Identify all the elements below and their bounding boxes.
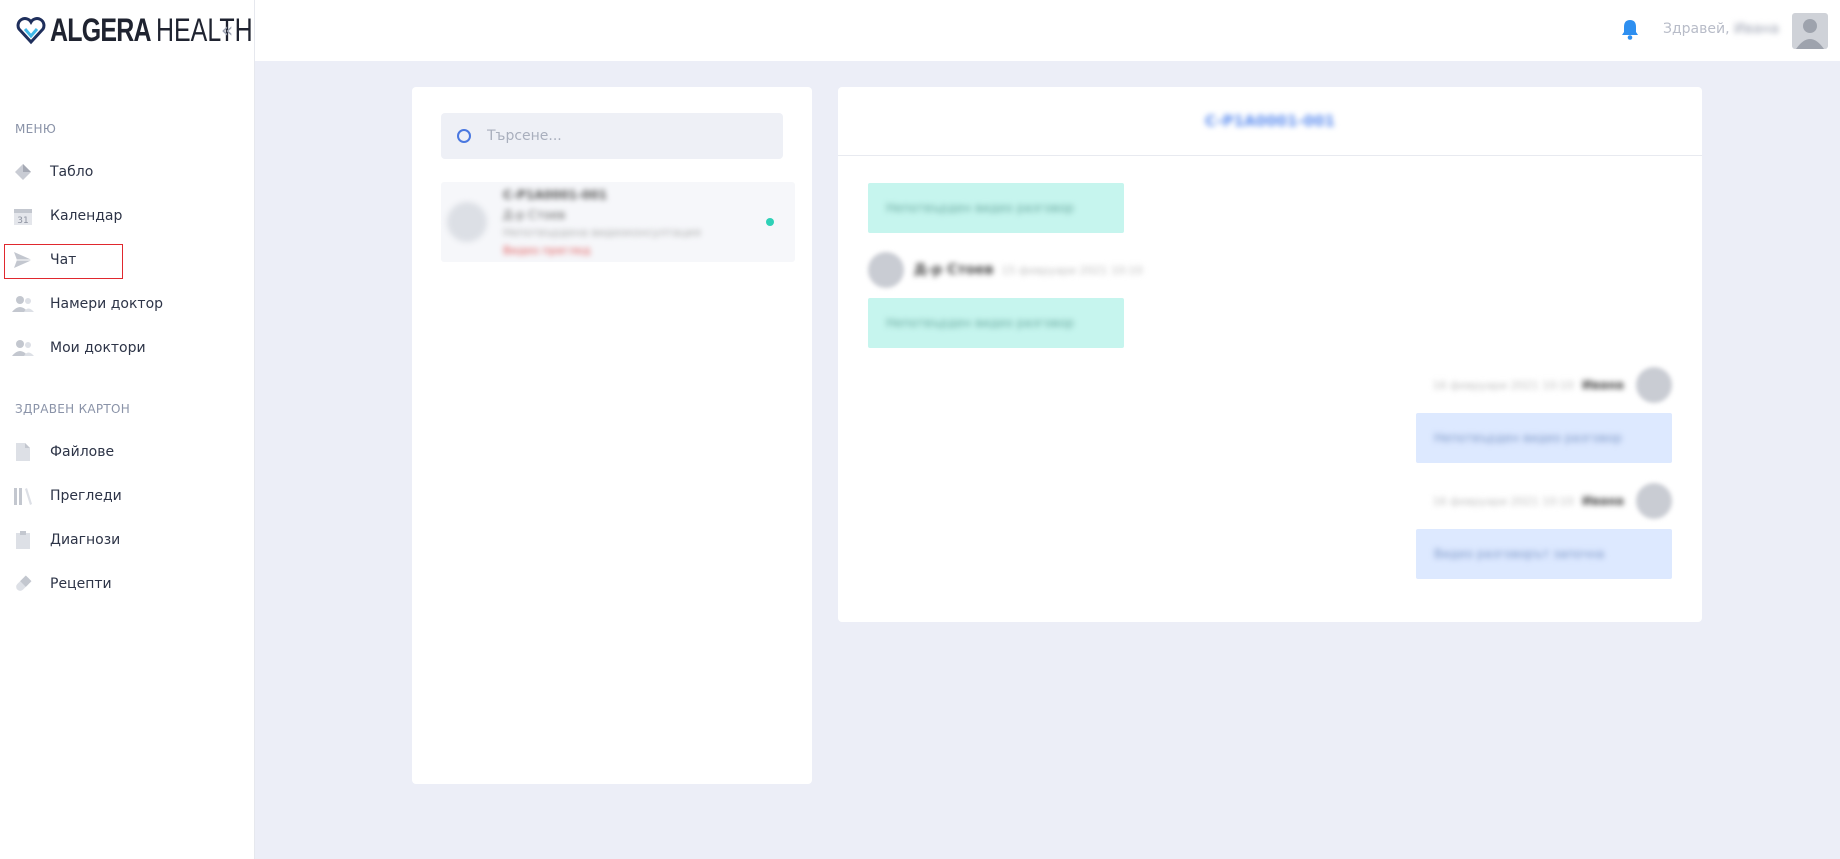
sidebar-item-label: Табло [50, 164, 94, 180]
search-input[interactable] [487, 128, 767, 144]
sidebar-item-label: Рецепти [50, 576, 112, 592]
sidebar-item-calendar[interactable]: 31 Календар [12, 199, 242, 233]
user-greeting: Здравей, Ивана [1663, 21, 1779, 37]
top-bar [255, 0, 1840, 61]
conversation-item[interactable]: C-P1A0001-001 Д-р Стоев Непотвърдена вид… [441, 182, 795, 262]
message-outgoing: Непотвърден видео разговор [1416, 413, 1672, 463]
sidebar-item-label: Намери доктор [50, 296, 164, 312]
collapse-sidebar-icon[interactable]: « [221, 18, 233, 42]
doctor-avatar [868, 252, 904, 288]
books-icon [12, 485, 34, 507]
sidebar-item-label: Файлове [50, 444, 115, 460]
message-text: Непотвърден видео разговор [1434, 431, 1622, 445]
sidebar-item-label: Мои доктори [50, 340, 146, 356]
logo[interactable]: ALGERA HEALTH [16, 11, 253, 48]
users-icon [12, 293, 34, 315]
file-icon [12, 441, 34, 463]
message-incoming: Непотвърден видео разговор [868, 183, 1124, 233]
online-indicator [766, 218, 774, 226]
message-incoming: Непотвърден видео разговор [868, 298, 1124, 348]
users-icon [12, 337, 34, 359]
sidebar-item-my-doctors[interactable]: Мои доктори [12, 331, 242, 365]
logo-text-secondary: HEALTH [156, 11, 253, 48]
logo-text-primary: ALGERA [50, 11, 151, 48]
user-avatar [1636, 483, 1672, 519]
chat-panel: C-P1A0001-001 Непотвърден видео разговор… [838, 87, 1702, 622]
user-avatar [1636, 367, 1672, 403]
message-time: 16 февруари 2021 10:10 [1432, 494, 1574, 508]
message-meta: Д-р Стоев 15 февруари 2021 10:10 [868, 252, 1143, 288]
conversation-avatar [447, 202, 487, 242]
greeting-text: Здравей, [1663, 21, 1730, 37]
message-meta: 16 февруари 2021 10:10 Ивана [1433, 483, 1672, 519]
sidebar-item-dashboard[interactable]: Табло [12, 155, 242, 189]
health-record-section-title: ЗДРАВЕН КАРТОН [15, 402, 131, 416]
message-text: Видео разговорът започна [1434, 547, 1605, 561]
avatar[interactable] [1792, 13, 1828, 49]
sidebar-item-label: Диагнози [50, 532, 121, 548]
diamond-icon [12, 161, 34, 183]
pill-icon [12, 573, 34, 595]
message-text: Непотвърден видео разговор [886, 316, 1074, 330]
user-name: Ивана [1734, 21, 1780, 37]
bell-icon[interactable] [1620, 18, 1640, 44]
sidebar-item-prescriptions[interactable]: Рецепти [12, 567, 242, 601]
sidebar-item-files[interactable]: Файлове [12, 435, 242, 469]
message-time: 16 февруари 2021 10:10 [1432, 378, 1574, 392]
sidebar-item-diagnoses[interactable]: Диагнози [12, 523, 242, 557]
chat-highlight-box [4, 244, 123, 279]
heart-logo-icon [16, 17, 46, 45]
search-icon [457, 129, 471, 143]
conversation-doctor: Д-р Стоев [503, 208, 566, 222]
sidebar-item-examinations[interactable]: Прегледи [12, 479, 242, 513]
message-meta: 16 февруари 2021 10:10 Ивана [1433, 367, 1672, 403]
message-time: 15 февруари 2021 10:10 [1001, 263, 1143, 277]
menu-section-title: МЕНЮ [15, 122, 57, 136]
calendar-icon-number: 31 [17, 216, 28, 226]
search-box [441, 113, 783, 159]
message-outgoing: Видео разговорът започна [1416, 529, 1672, 579]
conversation-list-panel: C-P1A0001-001 Д-р Стоев Непотвърдена вид… [412, 87, 812, 784]
calendar-icon: 31 [12, 205, 34, 227]
clipboard-icon [12, 529, 34, 551]
conversation-preview: Непотвърдена видеоконсултация [503, 226, 701, 239]
conversation-status: Видео преглед [503, 244, 591, 257]
message-author: Ивана [1581, 378, 1624, 392]
message-author: Д-р Стоев [914, 262, 994, 278]
sidebar-item-find-doctor[interactable]: Намери доктор [12, 287, 242, 321]
sidebar-item-label: Прегледи [50, 488, 122, 504]
chat-header: C-P1A0001-001 [838, 87, 1702, 156]
sidebar: ALGERA HEALTH « МЕНЮ Табло 31 Календар Ч… [0, 0, 255, 859]
sidebar-item-label: Календар [50, 208, 123, 224]
conversation-code: C-P1A0001-001 [503, 188, 607, 202]
chat-title: C-P1A0001-001 [1205, 112, 1335, 130]
message-text: Непотвърден видео разговор [886, 201, 1074, 215]
message-author: Ивана [1581, 494, 1624, 508]
